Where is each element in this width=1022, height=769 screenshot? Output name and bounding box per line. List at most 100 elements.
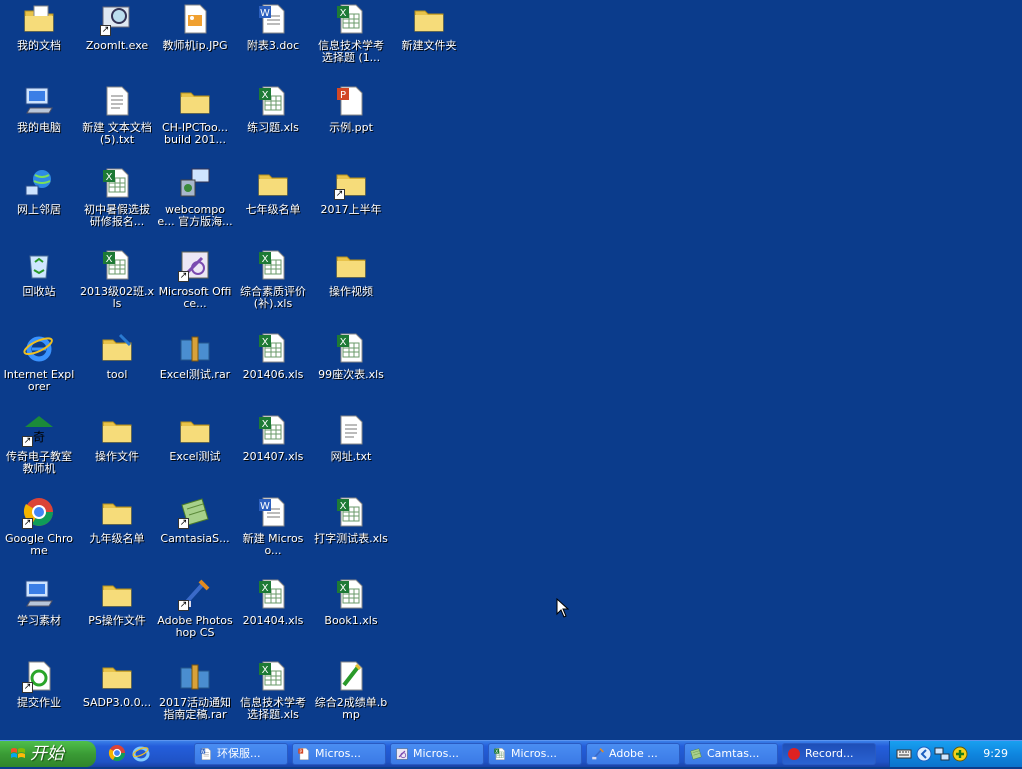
- system-tray: 9:29: [889, 741, 1022, 767]
- desktop-icon[interactable]: 教师机ip.JPG: [156, 2, 234, 82]
- desktop[interactable]: 我的文档我的电脑 网上邻居 回收站 Internet Explorer 奇 ↗ 传奇电子教室…: [0, 0, 1022, 740]
- submit-icon: ↗: [22, 659, 56, 693]
- desktop-icon[interactable]: tool: [78, 331, 156, 411]
- desktop-icon[interactable]: ↗ Adobe Photoshop CS: [156, 577, 234, 657]
- desktop-icon[interactable]: X 综合素质评价(补).xls: [234, 248, 312, 328]
- toolfolder-icon: [100, 331, 134, 365]
- xls-icon: X: [334, 2, 368, 36]
- desktop-icon[interactable]: 新建文件夹: [390, 2, 468, 82]
- taskbar-button[interactable]: P Micros...: [292, 743, 386, 765]
- camtasia-icon: ↗: [178, 495, 212, 529]
- desktop-icon-label: CH-IPCToo... build 201...: [161, 121, 229, 146]
- desktop-icon[interactable]: CH-IPCToo... build 201...: [156, 84, 234, 164]
- taskbar-button-label: Micros...: [413, 747, 459, 760]
- desktop-icon[interactable]: webcompoe... 官方版海...: [156, 166, 234, 246]
- desktop-icon-label: 我的文档: [17, 39, 61, 52]
- desktop-icon[interactable]: X 练习题.xls: [234, 84, 312, 164]
- back-arrow-icon[interactable]: [916, 746, 932, 762]
- xls-icon: X: [334, 331, 368, 365]
- shortcut-arrow-icon: ↗: [22, 518, 33, 529]
- taskbar-button[interactable]: X Micros...: [488, 743, 582, 765]
- desktop-icon[interactable]: 我的电脑: [0, 84, 78, 164]
- desktop-icon[interactable]: 2017活动通知指南定稿.rar: [156, 659, 234, 739]
- desktop-icon-label: 网址.txt: [330, 450, 372, 463]
- desktop-icon-label: 操作文件: [95, 450, 139, 463]
- desktop-icon[interactable]: 七年级名单: [234, 166, 312, 246]
- desktop-icon[interactable]: ↗ 提交作业: [0, 659, 78, 739]
- desktop-icon[interactable]: X 2013级02班.xls: [78, 248, 156, 328]
- desktop-icon[interactable]: X 信息技术学考选择题 (1...: [312, 2, 390, 82]
- desktop-icon-label: SADP3.0.0...: [82, 696, 152, 709]
- desktop-icon[interactable]: X Book1.xls: [312, 577, 390, 657]
- shortcut-arrow-icon: ↗: [178, 271, 189, 282]
- desktop-icon[interactable]: W 新建 Microso...: [234, 495, 312, 575]
- desktop-icon[interactable]: X 99座次表.xls: [312, 331, 390, 411]
- desktop-icon[interactable]: Excel测试: [156, 413, 234, 493]
- desktop-icon[interactable]: X 信息技术学考选择题.xls: [234, 659, 312, 739]
- desktop-icon[interactable]: Internet Explorer: [0, 331, 78, 411]
- taskbar-button[interactable]: Record...: [782, 743, 876, 765]
- keyboard-icon[interactable]: [896, 746, 912, 762]
- desktop-icon-label: Adobe Photoshop CS: [157, 614, 233, 639]
- desktop-icon[interactable]: Excel测试.rar: [156, 331, 234, 411]
- ie-icon[interactable]: [132, 744, 150, 762]
- desktop-icon[interactable]: X 201406.xls: [234, 331, 312, 411]
- svg-text:P: P: [340, 90, 346, 101]
- desktop-icon[interactable]: ↗ CamtasiaS...: [156, 495, 234, 575]
- network-icon[interactable]: [934, 746, 950, 762]
- svg-text:X: X: [340, 583, 347, 594]
- desktop-icon-label: 示例.ppt: [329, 121, 373, 134]
- desktop-icon[interactable]: 九年级名单: [78, 495, 156, 575]
- folder-icon: ↗: [334, 166, 368, 200]
- desktop-icon[interactable]: P 示例.ppt: [312, 84, 390, 164]
- clock[interactable]: 9:29: [983, 741, 1008, 767]
- taskbar-button[interactable]: Adobe ...: [586, 743, 680, 765]
- mydocs-icon: [22, 2, 56, 36]
- desktop-icon[interactable]: W 附表3.doc: [234, 2, 312, 82]
- desktop-icon[interactable]: X 初中暑假选拔研修报名...: [78, 166, 156, 246]
- desktop-icon[interactable]: 学习素材: [0, 577, 78, 657]
- desktop-icon[interactable]: ↗ ZoomIt.exe: [78, 2, 156, 82]
- desktop-icon[interactable]: 网址.txt: [312, 413, 390, 493]
- desktop-icon[interactable]: PS操作文件: [78, 577, 156, 657]
- desktop-icon-label: 201406.xls: [242, 368, 304, 381]
- desktop-icon-label: Excel测试.rar: [159, 368, 231, 381]
- start-label: 开始: [30, 744, 64, 764]
- xls-icon: X: [493, 747, 507, 761]
- office-icon: ↗: [178, 248, 212, 282]
- chrome-icon: ↗: [22, 495, 56, 529]
- taskbar-button[interactable]: Camtas...: [684, 743, 778, 765]
- desktop-icon[interactable]: 新建 文本文档 (5).txt: [78, 84, 156, 164]
- desktop-icon[interactable]: 操作文件: [78, 413, 156, 493]
- desktop-icon[interactable]: ↗ Microsoft Office...: [156, 248, 234, 328]
- chrome-icon[interactable]: [108, 744, 126, 762]
- desktop-icon[interactable]: 网上邻居: [0, 166, 78, 246]
- desktop-icon-label: 99座次表.xls: [318, 368, 384, 381]
- taskbar-button-label: Camtas...: [707, 747, 760, 760]
- folder-icon: [412, 2, 446, 36]
- shortcut-arrow-icon: ↗: [22, 682, 33, 693]
- doc-icon: W: [199, 747, 213, 761]
- start-button[interactable]: 开始: [0, 741, 96, 767]
- ppt-icon: P: [297, 747, 311, 761]
- desktop-icon[interactable]: X 打字测试表.xls: [312, 495, 390, 575]
- desktop-icon[interactable]: 奇 ↗ 传奇电子教室教师机: [0, 413, 78, 493]
- desktop-icon[interactable]: 回收站: [0, 248, 78, 328]
- desktop-icon[interactable]: ↗ Google Chrome: [0, 495, 78, 575]
- desktop-icon[interactable]: X 201407.xls: [234, 413, 312, 493]
- desktop-icon[interactable]: 综合2成绩单.bmp: [312, 659, 390, 739]
- desktop-icon[interactable]: 我的文档: [0, 2, 78, 82]
- desktop-icon[interactable]: 操作视频: [312, 248, 390, 328]
- desktop-icon[interactable]: ↗ 2017上半年: [312, 166, 390, 246]
- photoshop-icon: ↗: [178, 577, 212, 611]
- add-icon[interactable]: [952, 746, 968, 762]
- taskbar-button[interactable]: W 环保服...: [194, 743, 288, 765]
- office-icon: [395, 747, 409, 761]
- taskbar-button[interactable]: Micros...: [390, 743, 484, 765]
- desktop-icon-label: 信息技术学考选择题.xls: [240, 696, 306, 721]
- desktop-icon-label: 信息技术学考选择题 (1...: [318, 39, 384, 64]
- desktop-icon-label: 201404.xls: [242, 614, 304, 627]
- desktop-icon[interactable]: X 201404.xls: [234, 577, 312, 657]
- desktop-icon[interactable]: SADP3.0.0...: [78, 659, 156, 739]
- folder-icon: [178, 84, 212, 118]
